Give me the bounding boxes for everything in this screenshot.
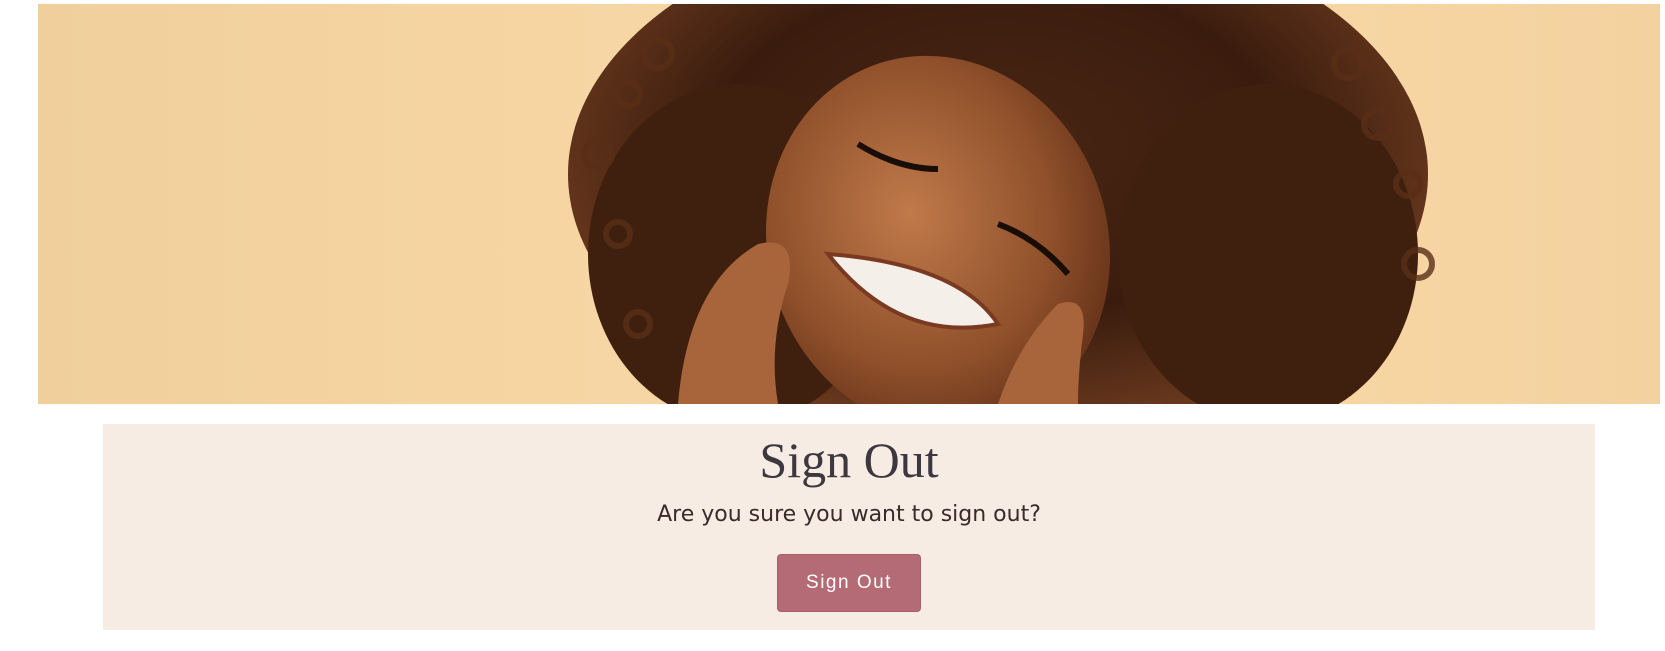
page-title: Sign Out bbox=[759, 432, 939, 488]
signout-confirmation-text: Are you sure you want to sign out? bbox=[657, 502, 1041, 527]
hero-photo bbox=[568, 4, 1435, 404]
sign-out-button[interactable]: Sign Out bbox=[777, 554, 921, 612]
signout-panel: Sign Out Are you sure you want to sign o… bbox=[103, 424, 1595, 630]
hero-banner-image bbox=[38, 4, 1660, 404]
